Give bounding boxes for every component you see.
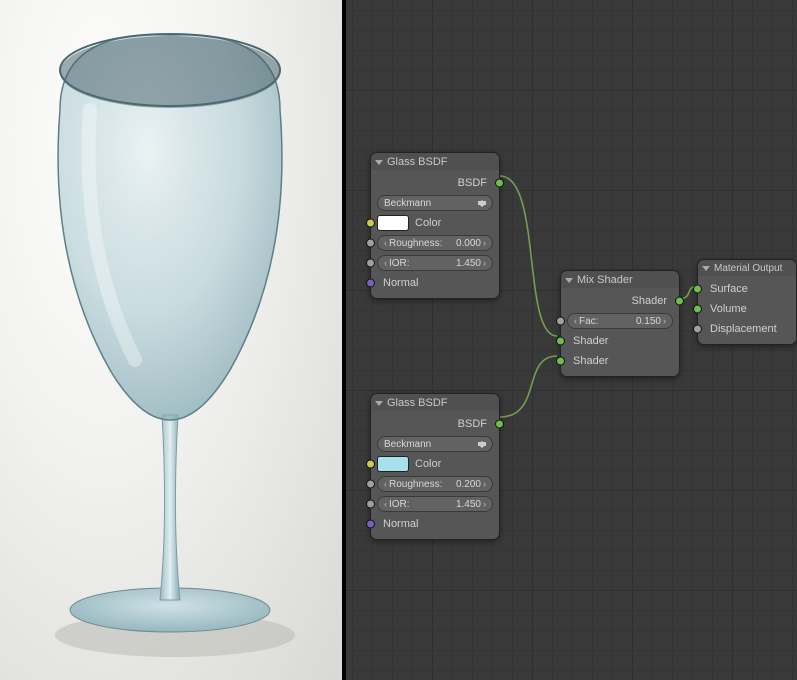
node-title: Glass BSDF xyxy=(387,397,448,409)
chevron-right-icon[interactable]: › xyxy=(483,499,486,509)
node-header[interactable]: Glass BSDF xyxy=(371,394,499,411)
node-mix-shader[interactable]: Mix Shader Shader ‹ Fac: 0.150 › xyxy=(560,270,680,377)
node-glass-bsdf-1[interactable]: Glass BSDF BSDF Beckmann Color xyxy=(370,152,500,299)
normal-label: Normal xyxy=(383,277,418,289)
roughness-value: 0.000 xyxy=(456,238,483,249)
color-label: Color xyxy=(415,458,441,470)
distribution-value: Beckmann xyxy=(384,439,431,450)
socket-in-color[interactable] xyxy=(366,460,375,469)
ior-label: IOR: xyxy=(387,499,456,510)
collapse-icon[interactable] xyxy=(565,278,573,283)
surface-label: Surface xyxy=(710,283,748,295)
ior-field[interactable]: ‹ IOR: 1.450 › xyxy=(377,496,493,512)
node-title: Material Output xyxy=(714,263,782,274)
roughness-value: 0.200 xyxy=(456,479,483,490)
volume-label: Volume xyxy=(710,303,747,315)
distribution-dropdown[interactable]: Beckmann xyxy=(377,436,493,452)
collapse-icon[interactable] xyxy=(702,266,710,271)
output-label: Shader xyxy=(632,295,667,307)
socket-in-normal[interactable] xyxy=(366,279,375,288)
chevron-right-icon[interactable]: › xyxy=(483,479,486,489)
roughness-label: Roughness: xyxy=(387,479,456,490)
color-swatch[interactable] xyxy=(377,215,409,231)
chevron-right-icon[interactable]: › xyxy=(483,238,486,248)
socket-in-fac[interactable] xyxy=(556,317,565,326)
displacement-label: Displacement xyxy=(710,323,777,335)
ior-field[interactable]: ‹ IOR: 1.450 › xyxy=(377,255,493,271)
ior-label: IOR: xyxy=(387,258,456,269)
ior-value: 1.450 xyxy=(456,499,483,510)
fac-label: Fac: xyxy=(577,316,636,327)
wineglass-render xyxy=(0,0,342,680)
node-header[interactable]: Glass BSDF xyxy=(371,153,499,170)
fac-value: 0.150 xyxy=(636,316,663,327)
output-label: BSDF xyxy=(458,418,487,430)
output-label: BSDF xyxy=(458,177,487,189)
distribution-dropdown[interactable]: Beckmann xyxy=(377,195,493,211)
socket-in-shader-2[interactable] xyxy=(556,357,565,366)
socket-in-ior[interactable] xyxy=(366,259,375,268)
node-header[interactable]: Mix Shader xyxy=(561,271,679,288)
render-viewport xyxy=(0,0,342,680)
socket-in-displacement[interactable] xyxy=(693,325,702,334)
socket-in-surface[interactable] xyxy=(693,285,702,294)
socket-out-bsdf[interactable] xyxy=(495,179,504,188)
socket-out-bsdf[interactable] xyxy=(495,420,504,429)
node-title: Mix Shader xyxy=(577,274,633,286)
node-editor[interactable]: Glass BSDF BSDF Beckmann Color xyxy=(342,0,797,680)
socket-in-normal[interactable] xyxy=(366,520,375,529)
roughness-field[interactable]: ‹ Roughness: 0.200 › xyxy=(377,476,493,492)
node-title: Glass BSDF xyxy=(387,156,448,168)
ior-value: 1.450 xyxy=(456,258,483,269)
chevron-right-icon[interactable]: › xyxy=(663,316,666,326)
socket-in-roughness[interactable] xyxy=(366,239,375,248)
socket-in-ior[interactable] xyxy=(366,500,375,509)
node-header[interactable]: Material Output xyxy=(698,260,796,276)
socket-in-color[interactable] xyxy=(366,219,375,228)
socket-in-volume[interactable] xyxy=(693,305,702,314)
roughness-label: Roughness: xyxy=(387,238,456,249)
node-glass-bsdf-2[interactable]: Glass BSDF BSDF Beckmann Color xyxy=(370,393,500,540)
collapse-icon[interactable] xyxy=(375,160,383,165)
normal-label: Normal xyxy=(383,518,418,530)
color-swatch[interactable] xyxy=(377,456,409,472)
shader-in-label: Shader xyxy=(573,355,608,367)
collapse-icon[interactable] xyxy=(375,401,383,406)
distribution-value: Beckmann xyxy=(384,198,431,209)
chevron-right-icon[interactable]: › xyxy=(483,258,486,268)
socket-in-shader-1[interactable] xyxy=(556,337,565,346)
socket-in-roughness[interactable] xyxy=(366,480,375,489)
roughness-field[interactable]: ‹ Roughness: 0.000 › xyxy=(377,235,493,251)
fac-field[interactable]: ‹ Fac: 0.150 › xyxy=(567,313,673,329)
node-material-output[interactable]: Material Output Surface Volume Displacem… xyxy=(697,259,797,345)
color-label: Color xyxy=(415,217,441,229)
socket-out-shader[interactable] xyxy=(675,297,684,306)
shader-in-label: Shader xyxy=(573,335,608,347)
